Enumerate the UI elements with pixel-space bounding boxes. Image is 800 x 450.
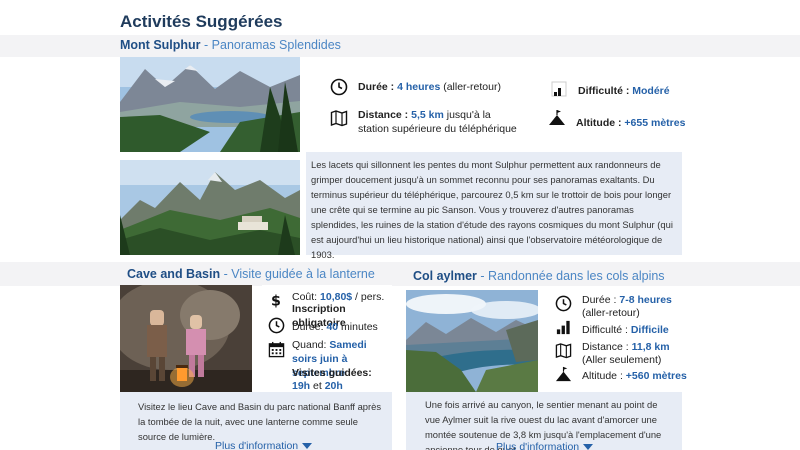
aylmer-distance: Distance : 11,8 km	[582, 341, 670, 353]
sulphur-difficulty: Difficulté : Modéré	[578, 85, 670, 97]
mountain-peak-icon	[555, 366, 572, 383]
sulphur-title: Mont Sulphur	[120, 38, 201, 52]
sulphur-subtitle: - Panoramas Splendides	[204, 38, 341, 52]
sulphur-altitude: Altitude : +655 mètres	[576, 117, 686, 129]
clock-icon	[268, 317, 285, 334]
mountain-peak-icon	[548, 109, 566, 127]
calendar-icon	[268, 341, 285, 358]
aylmer-altitude: Altitude : +560 mètres	[582, 370, 687, 382]
cave-header: Cave and Basin - Visite guidée à la lant…	[127, 267, 375, 281]
sulphur-summit-photo	[120, 160, 300, 255]
sulphur-facts-panel	[310, 57, 682, 152]
aylmer-header: Col aylmer - Randonnée dans les cols alp…	[413, 269, 665, 283]
clock-icon	[330, 78, 348, 96]
map-icon	[330, 109, 348, 127]
aylmer-lake-photo	[406, 290, 538, 392]
dollar-icon: $	[268, 292, 284, 308]
cave-subtitle: - Visite guidée à la lanterne	[223, 267, 375, 281]
page-title: Activités Suggérées	[120, 12, 283, 31]
sulphur-valley-photo	[120, 57, 300, 152]
aylmer-more-info-link[interactable]: Plus d'information	[496, 441, 594, 450]
chevron-down-icon	[302, 443, 313, 450]
cave-more-info-link[interactable]: Plus d'information	[215, 440, 313, 450]
chevron-down-icon	[583, 444, 594, 450]
cave-lantern-photo	[120, 285, 252, 392]
signal-bars-icon	[555, 319, 572, 336]
sulphur-duration: Durée : 4 heures (aller-retour)	[358, 81, 501, 93]
aylmer-subtitle: - Randonnée dans les cols alpins	[480, 269, 665, 283]
aylmer-difficulty: Difficulté : Difficile	[582, 324, 669, 336]
cave-description: Visitez le lieu Cave and Basin du parc n…	[138, 401, 382, 442]
aylmer-duration: Durée : 7-8 heures	[582, 294, 672, 306]
cave-visit-times: 19h et 20h	[292, 380, 343, 392]
aylmer-distance-note: (Aller seulement)	[582, 354, 662, 366]
sulphur-description: Les lacets qui sillonnent les pentes du …	[311, 159, 673, 260]
sulphur-header: Mont Sulphur - Panoramas Splendides	[120, 38, 341, 52]
signal-bars-icon	[550, 80, 568, 98]
cave-duration: Durée: 40 minutes	[292, 321, 378, 333]
cave-visits: Visites guidées:	[292, 367, 372, 379]
aylmer-duration-note: (aller-retour)	[582, 307, 640, 319]
map-icon	[555, 342, 572, 359]
svg-text:$: $	[271, 293, 281, 308]
sulphur-distance: Distance : 5,5 km jusqu'à la station sup…	[358, 109, 517, 135]
aylmer-title: Col aylmer	[413, 269, 477, 283]
clock-icon	[555, 295, 572, 312]
activities-header-band	[0, 262, 800, 286]
cave-title: Cave and Basin	[127, 267, 221, 281]
